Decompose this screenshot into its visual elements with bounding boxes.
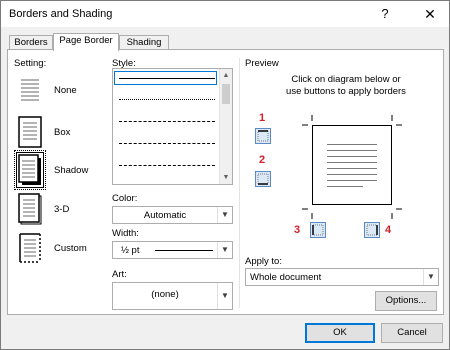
art-value: (none) bbox=[151, 289, 179, 300]
left-border-button[interactable] bbox=[310, 222, 326, 238]
options-button[interactable]: Options... bbox=[375, 291, 437, 311]
title-bar: Borders and Shading ? ✕ bbox=[1, 1, 449, 27]
tab-page-border-label: Page Border bbox=[59, 35, 113, 46]
preview-text-line bbox=[327, 150, 377, 151]
preview-hint-line2: use buttons to apply borders bbox=[286, 86, 406, 97]
width-dropdown[interactable]: ½ pt ▼ bbox=[112, 241, 233, 259]
chevron-down-icon: ▼ bbox=[423, 269, 438, 285]
setting-custom[interactable]: Custom bbox=[16, 230, 96, 266]
right-border-button[interactable] bbox=[364, 222, 380, 238]
bottom-border-button[interactable] bbox=[255, 171, 271, 187]
setting-3d-icon bbox=[16, 191, 44, 227]
ok-button-label: OK bbox=[333, 327, 347, 338]
marker-1: 1 bbox=[259, 112, 266, 124]
preview-hint-line1: Click on diagram below or bbox=[291, 74, 401, 85]
style-option-dash-dot[interactable] bbox=[119, 165, 215, 166]
width-label: Width: bbox=[112, 228, 139, 239]
scroll-up-icon[interactable]: ▲ bbox=[220, 69, 232, 82]
preview-text-line bbox=[327, 186, 363, 187]
art-label: Art: bbox=[112, 269, 127, 280]
marker-4: 4 bbox=[385, 224, 392, 236]
setting-shadow[interactable]: Shadow bbox=[14, 150, 96, 190]
width-value: ½ pt bbox=[121, 245, 140, 256]
preview-text-line bbox=[327, 180, 377, 181]
color-value: Automatic bbox=[143, 210, 187, 221]
ok-button[interactable]: OK bbox=[305, 323, 375, 343]
setting-label: Setting: bbox=[14, 58, 47, 69]
preview-diagram[interactable] bbox=[312, 125, 392, 205]
setting-3d-label: 3-D bbox=[54, 204, 70, 215]
setting-custom-icon bbox=[16, 230, 44, 266]
options-button-label: Options... bbox=[385, 295, 427, 306]
tab-borders-label: Borders bbox=[14, 37, 48, 48]
style-option-dashed-large[interactable] bbox=[119, 143, 215, 144]
apply-to-dropdown[interactable]: Whole document ▼ bbox=[245, 268, 439, 286]
setting-shadow-label: Shadow bbox=[54, 165, 89, 176]
preview-text-line bbox=[327, 156, 377, 157]
setting-none[interactable]: None bbox=[16, 72, 96, 108]
cancel-button-label: Cancel bbox=[397, 327, 427, 338]
preview-hint: Click on diagram below or use buttons to… bbox=[256, 74, 436, 98]
marker-2: 2 bbox=[259, 154, 266, 166]
tab-borders[interactable]: Borders bbox=[9, 35, 53, 50]
apply-to-value: Whole document bbox=[250, 272, 322, 283]
dialog-title: Borders and Shading bbox=[9, 8, 113, 20]
preview-text-line bbox=[327, 144, 377, 145]
width-line-preview bbox=[155, 250, 213, 251]
close-button[interactable]: ✕ bbox=[419, 4, 441, 24]
preview-text-line bbox=[327, 174, 377, 175]
setting-box-label: Box bbox=[54, 127, 71, 138]
setting-shadow-icon bbox=[14, 150, 46, 190]
preview-text-line bbox=[327, 162, 377, 163]
chevron-down-icon: ▼ bbox=[217, 283, 232, 309]
chevron-down-icon: ▼ bbox=[217, 207, 232, 223]
tab-shading-label: Shading bbox=[126, 37, 162, 48]
page-border-panel: Setting: None Box Shadow 3-D Custom Styl… bbox=[7, 49, 444, 315]
style-list[interactable]: ▲ ▼ bbox=[112, 68, 233, 185]
setting-box[interactable]: Box bbox=[16, 114, 96, 150]
setting-3d[interactable]: 3-D bbox=[16, 191, 96, 227]
preview-label: Preview bbox=[245, 58, 279, 69]
borders-and-shading-dialog: Borders and Shading ? ✕ Borders Page Bor… bbox=[0, 0, 450, 350]
help-button[interactable]: ? bbox=[377, 5, 393, 23]
scroll-down-icon[interactable]: ▼ bbox=[220, 171, 232, 184]
chevron-down-icon: ▼ bbox=[217, 242, 232, 258]
setting-box-icon bbox=[16, 114, 44, 150]
scroll-thumb[interactable] bbox=[222, 84, 230, 104]
setting-custom-label: Custom bbox=[54, 243, 87, 254]
top-border-button[interactable] bbox=[255, 128, 271, 144]
art-dropdown[interactable]: (none) ▼ bbox=[112, 282, 233, 310]
setting-none-label: None bbox=[54, 85, 77, 96]
cancel-button[interactable]: Cancel bbox=[381, 323, 443, 343]
color-label: Color: bbox=[112, 193, 138, 204]
tab-page-border[interactable]: Page Border bbox=[53, 33, 119, 51]
style-scrollbar[interactable]: ▲ ▼ bbox=[219, 69, 232, 184]
marker-3: 3 bbox=[294, 224, 301, 236]
style-option-solid[interactable] bbox=[119, 78, 215, 79]
tab-shading[interactable]: Shading bbox=[119, 35, 169, 50]
color-dropdown[interactable]: Automatic ▼ bbox=[112, 206, 233, 224]
preview-text-line bbox=[327, 168, 377, 169]
style-option-dotted[interactable] bbox=[119, 99, 215, 100]
style-option-dashed-small[interactable] bbox=[119, 121, 215, 122]
apply-to-label: Apply to: bbox=[245, 256, 282, 267]
preview-separator bbox=[239, 58, 240, 308]
setting-none-icon bbox=[16, 72, 44, 108]
